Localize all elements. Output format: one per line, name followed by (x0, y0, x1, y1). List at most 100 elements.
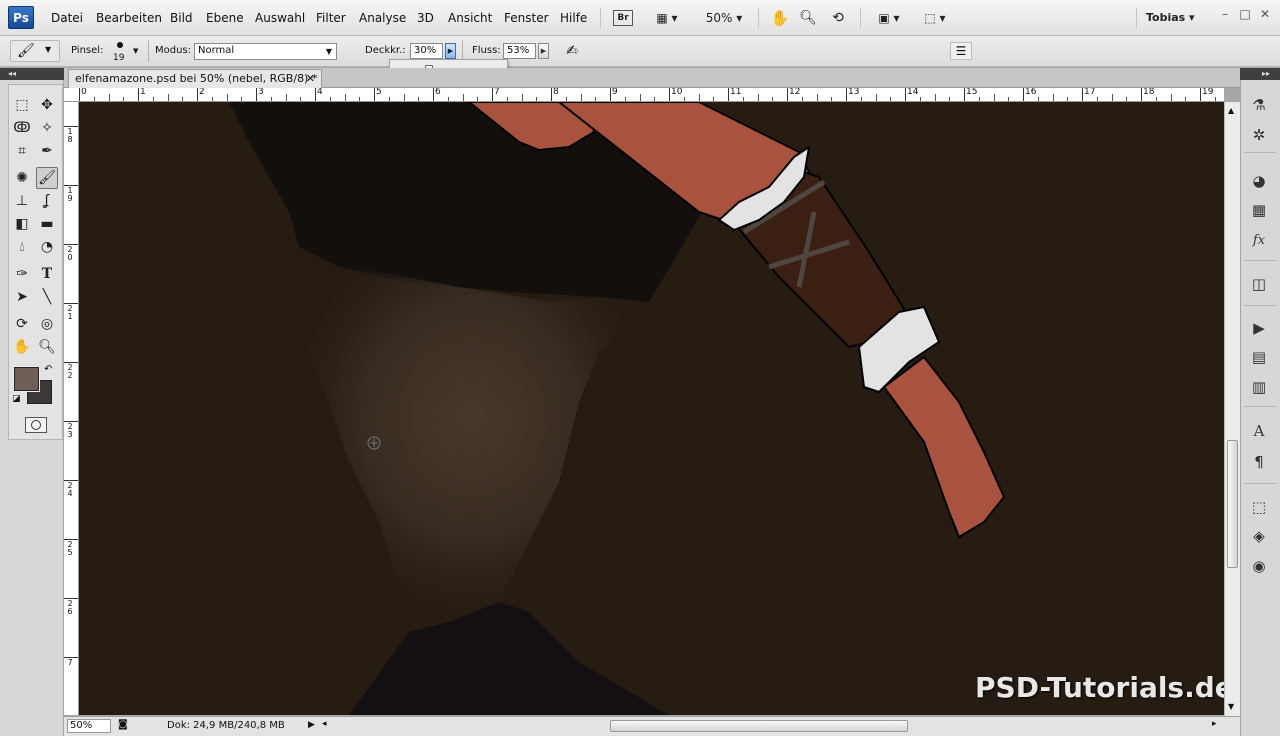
document-tab[interactable]: elfenamazone.psd bei 50% (nebel, RGB/8) … (68, 69, 322, 88)
crop-icon[interactable]: ⌗ (11, 140, 33, 162)
ruler-label: 2 (199, 88, 205, 97)
paragraph-icon[interactable]: ¶ (1248, 451, 1270, 473)
hand-tool-icon[interactable]: ✋ (770, 9, 790, 27)
flow-input[interactable]: 53% (503, 43, 536, 59)
options-separator (148, 40, 149, 62)
menu-bearbeiten[interactable]: Bearbeiten (96, 11, 162, 25)
zoom-icon[interactable]: 🔍︎ (36, 336, 58, 358)
type-icon[interactable]: T (36, 263, 58, 285)
screen-mode-button[interactable]: ⬚ ▾ (918, 9, 952, 27)
brush-picker[interactable]: 19 ▼ (108, 39, 144, 65)
styles-icon[interactable]: fx (1248, 230, 1270, 252)
magic-wand-icon[interactable]: ✧ (36, 117, 58, 139)
zoom-input[interactable]: 50% (67, 719, 111, 733)
minimize-icon[interactable]: – (1216, 7, 1234, 21)
ruler-tick (1082, 88, 1083, 101)
close-tab-icon[interactable]: ✕ (306, 70, 315, 88)
stamp-icon[interactable]: ⊥ (11, 190, 33, 212)
brush-icon[interactable]: 🖌︎ (36, 167, 58, 189)
status-menu-icon[interactable]: ◙ (118, 719, 128, 730)
opacity-input[interactable]: 30% (410, 43, 443, 59)
hand-icon[interactable]: ✋ (11, 336, 33, 358)
pen-icon[interactable]: ✑ (11, 263, 33, 285)
scroll-down-icon[interactable]: ▼ (1228, 702, 1234, 711)
view-extras-button[interactable]: ▦ ▾ (648, 9, 686, 27)
panel-toggle-icon[interactable]: ☰ (950, 42, 972, 60)
dock-header[interactable]: ▸▸ (1240, 68, 1280, 80)
menu-fenster[interactable]: Fenster (504, 11, 549, 25)
menu-3d[interactable]: 3D (417, 11, 434, 25)
color-icon[interactable]: ◕ (1248, 170, 1270, 192)
menu-ansicht[interactable]: Ansicht (448, 11, 492, 25)
navigator-icon[interactable]: ✲ (1248, 124, 1270, 146)
zoom-tool-icon[interactable]: 🔍︎ (798, 9, 818, 27)
history-brush-icon[interactable]: ʆ (36, 190, 58, 212)
foreground-color-swatch[interactable] (13, 366, 40, 392)
menu-ebene[interactable]: Ebene (206, 11, 244, 25)
adjustments-icon[interactable]: ◫ (1248, 273, 1270, 295)
eyedropper-icon[interactable]: ✒ (36, 140, 58, 162)
actions-icon[interactable]: ▶ (1248, 317, 1270, 339)
workspace-switcher[interactable]: Tobias ▾ (1146, 9, 1202, 27)
vertical-scrollbar[interactable]: ▲ ▼ (1224, 102, 1240, 716)
menu-auswahl[interactable]: Auswahl (255, 11, 305, 25)
menu-hilfe[interactable]: Hilfe (560, 11, 587, 25)
vertical-scroll-thumb[interactable] (1227, 440, 1238, 568)
opacity-label: Deckkr.: (365, 45, 406, 56)
gradient-icon[interactable]: ▬ (36, 213, 58, 235)
chevron-down-icon: ▼ (325, 47, 332, 56)
ruler-tick (728, 88, 729, 101)
menu-filter[interactable]: Filter (316, 11, 346, 25)
status-options-icon[interactable]: ▶ (308, 720, 315, 730)
opacity-slider-toggle[interactable]: ▶ (445, 43, 456, 59)
flow-slider-toggle[interactable]: ▶ (538, 43, 549, 59)
line-icon[interactable]: ╲ (36, 286, 58, 308)
dock-separator (1244, 305, 1276, 306)
measurement-icon[interactable]: ▥ (1248, 376, 1270, 398)
transform-icon[interactable]: ⬚ (1248, 496, 1270, 518)
default-colors-icon[interactable]: ◪ (12, 394, 21, 404)
close-icon[interactable]: ✕ (1256, 7, 1274, 21)
spot-heal-icon[interactable]: ✺ (11, 167, 33, 189)
mode-select[interactable]: Normal ▼ (194, 43, 337, 60)
layers-icon[interactable]: ◈ (1248, 525, 1270, 547)
lasso-icon[interactable]: ↂ (11, 117, 33, 139)
eraser-icon[interactable]: ◧ (11, 213, 33, 235)
ruler-label: 11 (730, 88, 742, 97)
scroll-up-icon[interactable]: ▲ (1228, 106, 1234, 115)
menu-datei[interactable]: Datei (51, 11, 83, 25)
vertical-ruler[interactable]: 1819202122232425267 (64, 102, 79, 715)
menu-analyse[interactable]: Analyse (359, 11, 406, 25)
menu-separator (1136, 8, 1137, 28)
airbrush-icon[interactable]: ✍ (560, 40, 584, 62)
swatches-icon[interactable]: ▦ (1248, 199, 1270, 221)
3d-orbit-icon[interactable]: ◎ (36, 313, 58, 335)
scroll-left-icon[interactable]: ◂ (322, 719, 327, 729)
horizontal-ruler[interactable]: 0 1 2 3 4 5 6 7 8 9 10 11 12 13 14 15 16 17 18 19 (64, 88, 1224, 102)
rotate-view-icon[interactable]: ⟲ (828, 9, 848, 27)
quick-mask-button[interactable] (25, 417, 47, 433)
move-icon[interactable]: ✥ (36, 94, 58, 116)
maximize-icon[interactable]: □ (1236, 7, 1254, 21)
3d-rotate-icon[interactable]: ⟳ (11, 313, 33, 335)
rect-marquee-icon[interactable]: ⬚ (11, 94, 33, 116)
path-select-icon[interactable]: ➤ (11, 286, 33, 308)
swap-colors-icon[interactable]: ↶ (44, 364, 52, 375)
dodge-icon[interactable]: ◔ (36, 236, 58, 258)
horizontal-scroll-thumb[interactable] (610, 720, 908, 732)
arrange-documents-button[interactable]: ▣ ▾ (872, 9, 906, 27)
document-canvas[interactable] (79, 102, 1224, 715)
history-icon[interactable]: ⚗ (1248, 94, 1270, 116)
tools-panel-header[interactable]: ◂◂ (0, 68, 64, 80)
blur-icon[interactable]: 💧︎ (11, 236, 33, 258)
zoom-level-dropdown[interactable]: 50% ▾ (703, 9, 745, 27)
animation-icon[interactable]: ▤ (1248, 346, 1270, 368)
scroll-right-icon[interactable]: ▸ (1212, 719, 1217, 729)
menu-bild[interactable]: Bild (170, 11, 193, 25)
character-icon[interactable]: A (1248, 420, 1270, 442)
ruler-label-units: 1 (67, 312, 73, 321)
channels-icon[interactable]: ◉ (1248, 555, 1270, 577)
tool-preset-picker[interactable]: 🖌︎ ▼ (10, 40, 60, 62)
bridge-button[interactable]: Br (613, 10, 633, 26)
ruler-minor-tick (344, 94, 346, 101)
